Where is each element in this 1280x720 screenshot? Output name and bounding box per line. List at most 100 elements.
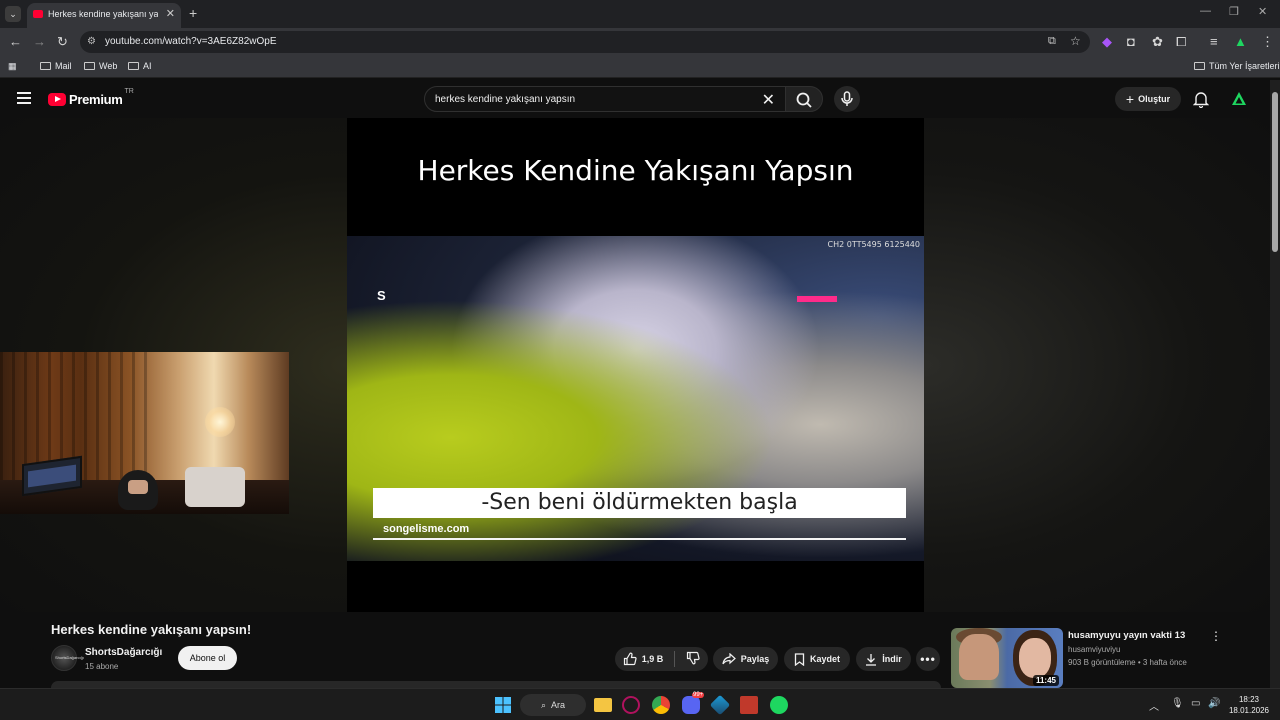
video-overlay-title: Herkes Kendine Yakışanı Yapsın [417, 154, 854, 187]
discord-icon[interactable]: 99+ [682, 692, 705, 714]
bookmark-folder-web[interactable]: Web [84, 61, 117, 71]
share-button[interactable]: Paylaş [713, 647, 778, 671]
dislike-button[interactable] [686, 651, 700, 667]
video-title: Herkes kendine yakışanı yapsın! [51, 622, 252, 637]
extension-camera-icon[interactable]: ◘ [1127, 35, 1135, 49]
reload-icon[interactable]: ↻ [57, 35, 68, 49]
minimize-icon[interactable]: — [1200, 5, 1211, 17]
bookmark-icon [794, 652, 805, 666]
address-bar[interactable]: ⚙ youtube.com/watch?v=3AE6Z82wOpE ⧉ ☆ [80, 31, 1090, 53]
recommended-thumbnail[interactable]: 11:45 [951, 628, 1063, 688]
apps-grid-icon[interactable]: ▦ [8, 61, 17, 72]
video-player[interactable]: Herkes Kendine Yakışanı Yapsın CH2 0TT54… [347, 118, 924, 612]
recommended-channel[interactable]: husamviyuviyu [1068, 645, 1120, 654]
taskbar-search[interactable]: ⌕ Ara [520, 694, 586, 716]
app-red-icon[interactable] [740, 696, 758, 714]
description-box[interactable] [51, 681, 941, 688]
download-label: İndir [882, 654, 902, 664]
page-scrollbar[interactable] [1270, 80, 1280, 688]
spotify-icon[interactable] [770, 696, 788, 714]
kodi-icon[interactable] [709, 694, 731, 716]
file-explorer-icon[interactable] [594, 698, 612, 712]
app-circle-icon[interactable] [622, 696, 640, 714]
youtube-logo[interactable]: Premium TR [48, 88, 134, 107]
extension-purple-icon[interactable]: ◆ [1102, 35, 1112, 49]
tray-overflow-icon[interactable]: ︿ [1149, 698, 1159, 713]
clock-date: 18.01.2026 [1228, 706, 1270, 715]
clear-search-icon[interactable]: ✕ [762, 90, 775, 110]
save-button[interactable]: Kaydet [784, 647, 850, 671]
clock[interactable]: 18:23 18.01.2026 [1228, 694, 1270, 716]
microphone-tray-icon[interactable]: 🎙 [1171, 698, 1184, 709]
display-tray-icon[interactable]: ▭ [1191, 698, 1200, 709]
share-label: Paylaş [740, 654, 770, 664]
youtube-favicon-icon [33, 10, 43, 18]
volume-icon[interactable]: 🔊 [1208, 698, 1220, 709]
notifications-button[interactable] [1192, 91, 1210, 113]
browser-menu-icon[interactable]: ⋮ [1261, 35, 1274, 49]
restore-icon[interactable]: ❐ [1229, 5, 1239, 18]
logo-wordmark: Premium [69, 92, 123, 107]
window-close-icon[interactable]: ✕ [1258, 5, 1267, 18]
share-arrow-icon [722, 653, 736, 665]
bookmark-label: Web [99, 61, 118, 71]
profile-icon[interactable]: ▲ [1234, 35, 1247, 49]
like-button[interactable]: 1,9 B [623, 652, 664, 666]
new-tab-button[interactable]: + [189, 5, 197, 21]
create-button[interactable]: + Oluştur [1115, 87, 1181, 111]
tab-close-icon[interactable]: ✕ [166, 7, 175, 20]
voice-search-button[interactable] [834, 86, 860, 112]
lamp-light [205, 407, 235, 437]
bookmarks-bar: ▦ Mail Web AI Tüm Yer İşaretleri [0, 56, 1280, 78]
subscribe-button[interactable]: Abone ol [178, 646, 237, 670]
back-icon[interactable]: ← [9, 35, 22, 49]
browser-toolbar: ← → ↻ ⚙ youtube.com/watch?v=3AE6Z82wOpE … [0, 28, 1280, 56]
scrollbar-thumb[interactable] [1272, 92, 1278, 252]
folder-icon [128, 62, 139, 70]
bookmark-star-icon[interactable]: ☆ [1070, 34, 1081, 48]
reading-list-icon[interactable]: ≡ [1210, 35, 1218, 49]
bell-icon [1192, 92, 1210, 109]
hamburger-menu-icon[interactable] [17, 92, 31, 104]
bookmark-folder-ai[interactable]: AI [128, 61, 152, 71]
download-button[interactable]: İndir [856, 647, 911, 671]
site-info-icon[interactable]: ⚙ [87, 36, 96, 47]
watermark-underline [373, 538, 906, 540]
cast-icon[interactable]: ⧉ [1048, 35, 1056, 48]
tab-search-button[interactable]: ⌄ [5, 6, 21, 22]
video-watermark: songelisme.com [383, 523, 470, 535]
browser-tab-active[interactable]: Herkes kendine yakışanı yapsın ✕ [27, 3, 181, 28]
search-query-text: herkes kendine yakışanı yapsın [435, 94, 576, 105]
search-button[interactable] [785, 86, 823, 112]
recommended-menu-icon[interactable]: ⋮ [1210, 629, 1222, 643]
bookmark-folder-mail[interactable]: Mail [40, 61, 72, 71]
like-count: 1,9 B [641, 654, 664, 664]
extensions-puzzle-icon[interactable]: ⧠ [1176, 35, 1186, 49]
youtube-play-icon [48, 93, 66, 106]
search-icon [796, 92, 812, 108]
more-actions-button[interactable]: ••• [916, 647, 940, 671]
save-label: Kaydet [809, 654, 840, 664]
country-code: TR [124, 88, 134, 95]
taskbar-search-label: Ara [551, 700, 566, 710]
start-button[interactable] [494, 696, 512, 714]
recommended-meta: 903 B görüntüleme • 3 hafta önce [1068, 658, 1187, 667]
clip-channel-logo: S [377, 288, 386, 303]
more-horizontal-icon: ••• [920, 652, 936, 666]
clock-time: 18:23 [1238, 695, 1260, 704]
like-dislike-group: 1,9 B [615, 647, 708, 671]
extension-gear-icon[interactable]: ✿ [1152, 35, 1163, 49]
search-input[interactable]: herkes kendine yakışanı yapsın ✕ [424, 86, 786, 112]
all-bookmarks-folder[interactable]: Tüm Yer İşaretleri [1194, 61, 1280, 71]
recommended-title[interactable]: husamyuyu yayın vakti 13 [1068, 630, 1185, 641]
forward-icon[interactable]: → [33, 35, 46, 49]
channel-name[interactable]: ShortsDağarcığı [85, 647, 162, 658]
tab-title: Herkes kendine yakışanı yapsın [48, 9, 158, 19]
windows-logo-icon [495, 697, 511, 713]
chrome-icon[interactable] [652, 696, 670, 714]
create-label: Oluştur [1138, 94, 1171, 104]
taskbar: ⌕ Ara 99+ ︿ 🎙 ▭ 🔊 18:23 18.01.2026 [0, 688, 1280, 720]
account-avatar[interactable] [1231, 91, 1247, 107]
channel-avatar[interactable]: ShortsDağarcığı [51, 645, 84, 671]
video-subtitle: -Sen beni öldürmekten başla [481, 490, 798, 515]
